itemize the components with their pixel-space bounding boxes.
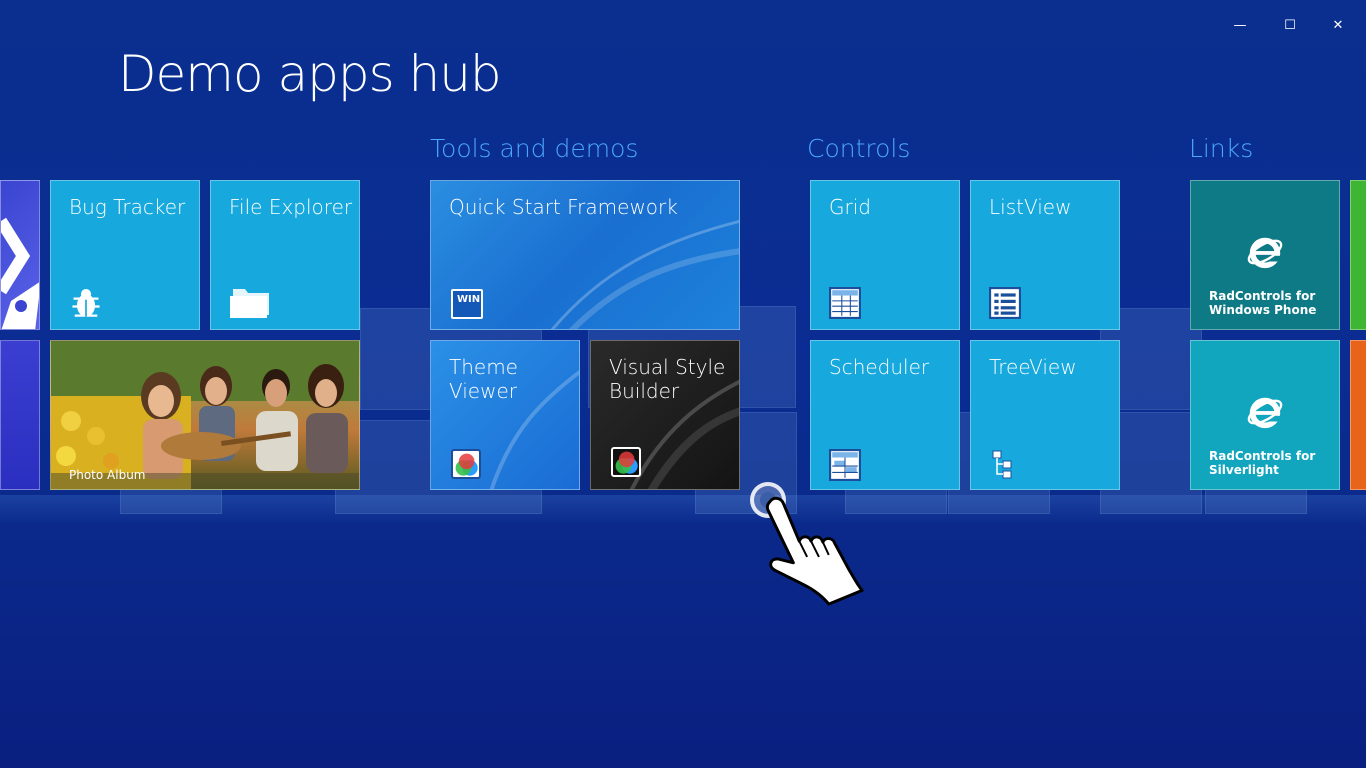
list-icon xyxy=(989,287,1021,319)
tile-label: Theme Viewer xyxy=(449,355,518,403)
tile-grid[interactable]: Grid xyxy=(810,180,960,330)
tile-label: Scheduler xyxy=(829,355,930,379)
partial-tile-right-bottom[interactable] xyxy=(1350,340,1366,490)
tile-label: Photo Album xyxy=(69,468,146,482)
tile-quick-start-framework[interactable]: Quick Start Framework WIN xyxy=(430,180,740,330)
minimize-button[interactable]: — xyxy=(1226,12,1254,38)
tile-bug-tracker[interactable]: Bug Tracker xyxy=(50,180,200,330)
win-icon: WIN xyxy=(451,289,483,319)
ie-icon xyxy=(1247,237,1283,269)
tile-scheduler[interactable]: Scheduler xyxy=(810,340,960,490)
tile-visual-style-builder[interactable]: Visual Style Builder xyxy=(590,340,740,490)
tile-theme-viewer[interactable]: Theme Viewer xyxy=(430,340,580,490)
tile-label: RadControls for Silverlight xyxy=(1209,449,1316,477)
tile-file-explorer[interactable]: File Explorer xyxy=(210,180,360,330)
tile-label: ListView xyxy=(989,195,1072,219)
close-button[interactable]: ✕ xyxy=(1324,12,1352,38)
tile-label: Bug Tracker xyxy=(69,195,186,219)
tile-listview[interactable]: ListView xyxy=(970,180,1120,330)
page-title: Demo apps hub xyxy=(118,45,502,103)
grid-icon xyxy=(829,287,861,319)
tile-label: File Explorer xyxy=(229,195,353,219)
tile-label: RadControls for Windows Phone xyxy=(1209,289,1317,317)
tile-label: Grid xyxy=(829,195,871,219)
group-title-links: Links xyxy=(1189,134,1254,163)
tile-treeview[interactable]: TreeView xyxy=(970,340,1120,490)
film-reel-icon xyxy=(1,217,39,329)
tile-label: Quick Start Framework xyxy=(449,195,678,219)
hand-pointer-icon xyxy=(765,496,864,606)
tile-photo-album[interactable]: Photo Album xyxy=(50,340,360,490)
tile-label: TreeView xyxy=(989,355,1077,379)
tile-radcontrols-windows-phone[interactable]: RadControls for Windows Phone xyxy=(1190,180,1340,330)
palette-icon xyxy=(611,447,641,477)
palette-icon xyxy=(451,449,481,479)
bug-icon xyxy=(72,288,100,317)
group-title-tools: Tools and demos xyxy=(430,134,639,163)
folder-icon xyxy=(230,289,269,318)
group-title-controls: Controls xyxy=(807,134,911,163)
partial-tile-left-top[interactable] xyxy=(0,180,40,330)
tree-icon xyxy=(992,450,1012,479)
calendar-icon xyxy=(829,449,861,481)
tile-radcontrols-silverlight[interactable]: RadControls for Silverlight xyxy=(1190,340,1340,490)
ie-icon xyxy=(1247,397,1283,429)
tile-label: Visual Style Builder xyxy=(609,355,726,403)
partial-tile-left-bottom[interactable] xyxy=(0,340,40,490)
partial-tile-right-top[interactable] xyxy=(1350,180,1366,330)
maximize-button[interactable]: ☐ xyxy=(1276,12,1304,38)
